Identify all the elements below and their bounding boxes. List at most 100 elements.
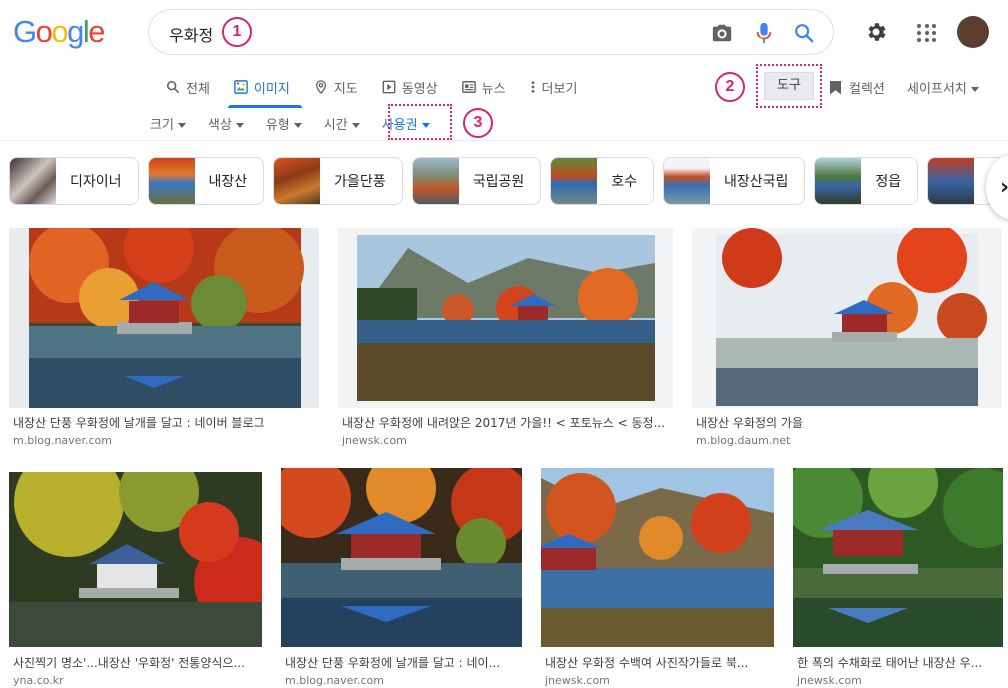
image-result[interactable]: 내장산 우화정에 내려앉은 2017년 가을!! < 포토뉴스 < 동정... … <box>338 228 673 448</box>
usage-rights-highlight-frame <box>388 104 452 140</box>
filter-color[interactable]: 색상 <box>208 114 244 133</box>
chip-thumbnail <box>412 158 459 204</box>
tab-news[interactable]: 뉴스 <box>461 76 506 98</box>
search-icon <box>166 80 180 94</box>
search-tabs: 전체 이미지 지도 동영상 뉴스 더보기 <box>166 76 601 108</box>
result-title[interactable]: 내장산 우화정 수백여 사진작가들로 북... <box>545 654 771 671</box>
chip-naejangsan[interactable]: 내장산 <box>147 157 265 205</box>
tab-videos[interactable]: 동영상 <box>382 76 438 98</box>
search-icon[interactable] <box>793 22 815 44</box>
result-title[interactable]: 내장산 우화정의 가을 <box>696 414 1000 431</box>
chip-autumn-foliage[interactable]: 가을단풍 <box>273 157 403 205</box>
search-input[interactable]: 우화정 <box>169 22 213 46</box>
chip-thumbnail <box>815 158 862 204</box>
chip-designer[interactable]: 디자이너 <box>9 157 139 205</box>
pavilion-lake-photo <box>9 472 262 647</box>
gear-icon[interactable] <box>864 20 888 44</box>
caret-down-icon <box>177 123 186 128</box>
result-title[interactable]: 한 폭의 수채화로 태어난 내장산 우... <box>797 654 1002 671</box>
result-source[interactable]: jnewsk.com <box>342 434 407 447</box>
bookmark-icon <box>830 80 841 95</box>
result-title[interactable]: 내장산 단풍 우화정에 날개를 달고 : 네이버 블로그 <box>13 414 317 431</box>
tab-label: 동영상 <box>401 81 438 97</box>
avatar[interactable] <box>957 16 989 48</box>
tab-more[interactable]: 더보기 <box>530 76 578 98</box>
logo-letter: G <box>13 14 37 49</box>
image-result[interactable]: 내장산 단풍 우화정에 날개를 달고 : 네이버 블로그 m.blog.nave… <box>9 228 319 448</box>
image-result[interactable]: 내장산 우화정의 가을 m.blog.daum.net <box>692 228 1002 448</box>
tab-label: 더보기 <box>541 81 578 97</box>
chip-thumbnail <box>551 158 598 204</box>
safesearch-label: 세이프서치 <box>907 82 967 97</box>
chip-national-park[interactable]: 국립공원 <box>411 157 542 205</box>
chip-thumbnail <box>148 158 195 204</box>
filter-label: 크기 <box>150 118 174 133</box>
logo-letter: e <box>88 14 105 49</box>
pavilion-lake-photo <box>541 468 774 647</box>
collections-link[interactable]: 컬렉션 <box>830 78 885 97</box>
result-title[interactable]: 내장산 우화정에 내려앉은 2017년 가을!! < 포토뉴스 < 동정... <box>342 414 670 431</box>
logo-letter: o <box>51 14 68 49</box>
chip-label: 가을단풍 <box>334 174 386 190</box>
video-icon <box>382 80 396 94</box>
map-pin-icon <box>315 80 326 94</box>
result-source[interactable]: jnewsk.com <box>797 674 862 687</box>
chip-lake[interactable]: 호수 <box>550 157 654 205</box>
pavilion-lake-photo <box>793 468 1003 647</box>
image-result[interactable]: 내장산 우화정 수백여 사진작가들로 북... jnewsk.com <box>541 468 774 688</box>
safesearch-dropdown[interactable]: 세이프서치 <box>907 78 979 97</box>
result-title[interactable]: 내장산 단풍 우화정에 날개를 달고 : 네이... <box>285 654 519 671</box>
news-icon <box>461 81 476 93</box>
filter-label: 시간 <box>323 118 348 133</box>
tab-label: 지도 <box>333 81 358 97</box>
filter-label: 유형 <box>265 118 290 133</box>
chip-jeongeup[interactable]: 정읍 <box>814 157 919 205</box>
annotation-marker-1: 1 <box>222 17 252 47</box>
filter-size[interactable]: 크기 <box>150 114 186 133</box>
pavilion-lake-photo <box>716 228 987 406</box>
result-image <box>9 228 319 408</box>
chip-label: 국립공원 <box>472 174 525 190</box>
divider <box>0 140 1008 141</box>
annotation-marker-2: 2 <box>715 72 745 102</box>
collections-label: 컬렉션 <box>849 82 885 97</box>
result-image <box>692 228 1002 408</box>
logo-letter: g <box>67 14 84 49</box>
chip-label: 호수 <box>611 174 637 190</box>
tab-images[interactable]: 이미지 <box>227 76 302 108</box>
tools-button[interactable]: 도구 <box>764 72 814 100</box>
result-source[interactable]: yna.co.kr <box>13 674 64 687</box>
result-image <box>793 468 1003 647</box>
image-result[interactable]: 사진찍기 명소'...내장산 '우화정' 전통양식으... yna.co.kr <box>9 472 262 688</box>
camera-icon[interactable] <box>711 22 733 44</box>
tab-label: 이미지 <box>253 81 290 97</box>
image-icon <box>234 80 248 94</box>
image-result[interactable]: 한 폭의 수채화로 태어난 내장산 우... jnewsk.com <box>793 468 1003 688</box>
microphone-icon[interactable] <box>753 21 775 45</box>
filter-type[interactable]: 유형 <box>266 114 302 133</box>
result-source[interactable]: m.blog.naver.com <box>285 674 384 687</box>
chip-label: 정읍 <box>875 174 902 190</box>
related-searches-chips: 디자이너 내장산 가을단풍 국립공원 호수 내장산국립 정읍 <box>9 157 1006 205</box>
google-logo[interactable]: Google <box>13 14 105 49</box>
result-source[interactable]: jnewsk.com <box>545 674 610 687</box>
filter-label: 색상 <box>207 118 232 133</box>
pavilion-lake-photo <box>281 468 522 647</box>
tab-all[interactable]: 전체 <box>166 76 210 98</box>
tab-maps[interactable]: 지도 <box>314 76 358 98</box>
apps-grid-icon[interactable] <box>915 22 937 44</box>
annotation-marker-3: 3 <box>463 108 493 138</box>
filter-time[interactable]: 시간 <box>324 114 360 133</box>
chip-thumbnail <box>10 158 56 204</box>
result-source[interactable]: m.blog.daum.net <box>696 434 790 447</box>
result-source[interactable]: m.blog.naver.com <box>13 434 112 447</box>
result-title[interactable]: 사진찍기 명소'...내장산 '우화정' 전통양식으... <box>13 654 259 671</box>
caret-down-icon <box>293 123 302 128</box>
more-vert-icon <box>531 81 534 93</box>
chip-label: 디자이너 <box>70 174 122 190</box>
chip-thumbnail <box>664 158 710 204</box>
chip-label: 내장산 <box>208 174 248 190</box>
image-result[interactable]: 내장산 단풍 우화정에 날개를 달고 : 네이... m.blog.naver.… <box>281 468 522 688</box>
chip-naejangsan-national[interactable]: 내장산국립 <box>663 157 806 205</box>
chip-thumbnail <box>274 158 321 204</box>
